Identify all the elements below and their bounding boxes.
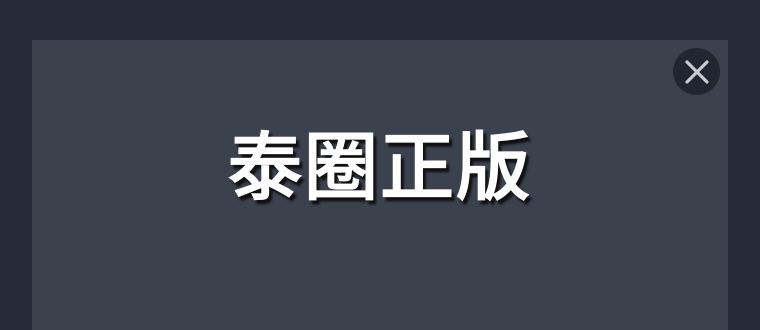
banner-title: 泰圈正版: [228, 125, 532, 211]
close-button[interactable]: [673, 48, 720, 95]
close-icon: [684, 59, 709, 84]
